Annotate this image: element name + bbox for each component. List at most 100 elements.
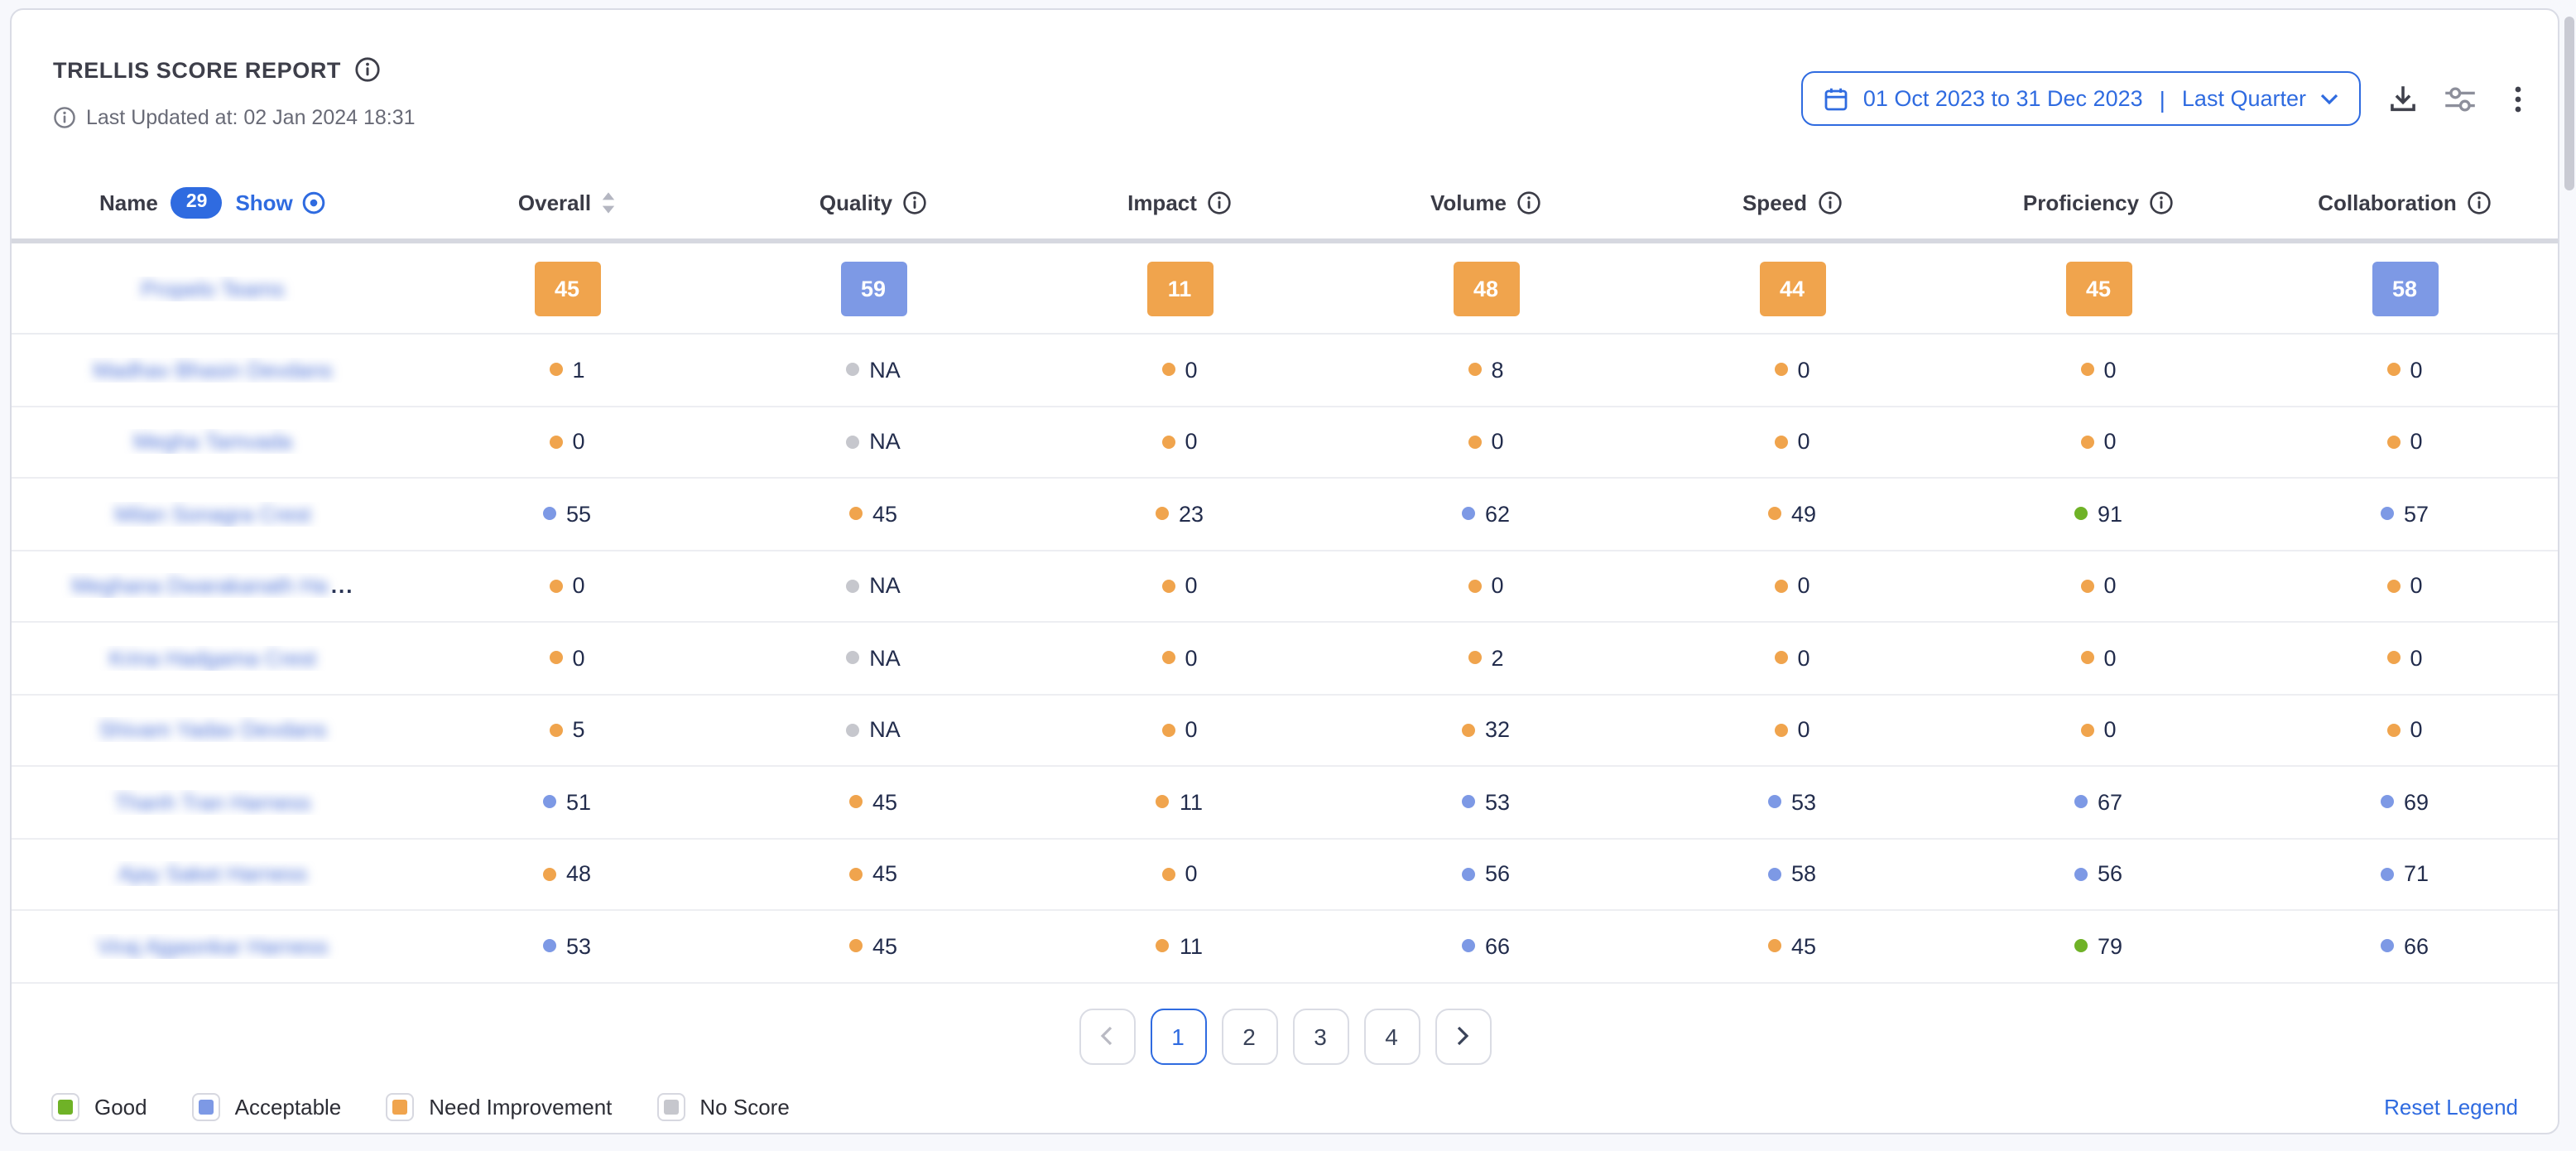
score-chip: 48 bbox=[1453, 261, 1519, 315]
member-name-link[interactable]: Ajay Saket Harness bbox=[12, 862, 414, 887]
legend-checkbox[interactable] bbox=[386, 1092, 414, 1120]
legend-item-need-improvement[interactable]: Need Improvement bbox=[386, 1092, 612, 1120]
score-level-dot bbox=[2074, 796, 2088, 809]
legend-checkbox[interactable] bbox=[656, 1092, 685, 1120]
widget-settings-button[interactable] bbox=[2444, 82, 2477, 115]
legend-swatch-no-score bbox=[663, 1099, 678, 1114]
score-level-dot bbox=[1462, 724, 1475, 737]
score-cell: 58 bbox=[1639, 862, 1945, 887]
team-name-link[interactable]: Propelo Teams bbox=[12, 276, 414, 301]
legend-item-good[interactable]: Good bbox=[51, 1092, 147, 1120]
info-icon[interactable] bbox=[1207, 190, 1232, 215]
download-button[interactable] bbox=[2386, 82, 2419, 115]
score-value: NA bbox=[869, 574, 901, 599]
score-level-dot bbox=[849, 508, 863, 521]
info-icon[interactable] bbox=[354, 56, 381, 83]
score-level-dot bbox=[1161, 364, 1175, 377]
member-name-link[interactable]: Madhav Bhasin Devdans bbox=[12, 358, 414, 383]
page-button[interactable]: 4 bbox=[1363, 1008, 1420, 1064]
page-button[interactable]: 3 bbox=[1292, 1008, 1348, 1064]
score-value: 0 bbox=[572, 646, 584, 671]
score-cell: 5 bbox=[414, 718, 720, 743]
score-cell: 0 bbox=[1639, 430, 1945, 455]
member-name-link[interactable]: Milan Sonagra Crest bbox=[12, 502, 414, 527]
legend-checkbox[interactable] bbox=[192, 1092, 220, 1120]
member-name-link[interactable]: Viraj Ajgaonkar Harness bbox=[12, 934, 414, 959]
score-legend: Good Acceptable Need Improvement No Scor… bbox=[12, 1092, 2558, 1120]
score-level-dot bbox=[1161, 436, 1175, 449]
score-level-dot bbox=[1774, 652, 1787, 665]
page-button[interactable]: 1 bbox=[1150, 1008, 1206, 1064]
score-chip: 11 bbox=[1146, 261, 1213, 315]
info-icon[interactable] bbox=[1817, 190, 1842, 215]
score-value: 0 bbox=[1185, 646, 1197, 671]
score-level-dot bbox=[2080, 724, 2093, 737]
score-level-dot bbox=[1774, 724, 1787, 737]
score-value: 0 bbox=[2410, 718, 2422, 743]
score-cell: 48 bbox=[414, 862, 720, 887]
score-level-dot bbox=[1768, 796, 1781, 809]
next-page-button[interactable] bbox=[1435, 1008, 1491, 1064]
score-value: 0 bbox=[2410, 646, 2422, 671]
score-level-dot bbox=[1774, 436, 1787, 449]
member-name-link[interactable]: Meghana Dwarakanath Ha... bbox=[12, 574, 414, 599]
score-cell: NA bbox=[720, 358, 1026, 383]
score-level-dot bbox=[846, 436, 859, 449]
score-value: 0 bbox=[1185, 358, 1197, 383]
member-name-link[interactable]: Megha Tamvada bbox=[12, 430, 414, 455]
score-value: 0 bbox=[1797, 646, 1809, 671]
column-header-impact: Impact bbox=[1026, 190, 1333, 215]
score-cell: 53 bbox=[1639, 790, 1945, 815]
score-value: 69 bbox=[2404, 790, 2429, 815]
chevron-right-icon bbox=[1455, 1025, 1470, 1047]
score-value: 0 bbox=[1185, 430, 1197, 455]
date-preset-label: Last Quarter bbox=[2182, 86, 2306, 111]
show-names-toggle[interactable]: Show bbox=[235, 190, 325, 215]
score-chip: 44 bbox=[1759, 261, 1825, 315]
sort-arrows-icon[interactable] bbox=[601, 190, 616, 215]
score-value: 0 bbox=[1185, 574, 1197, 599]
score-value: 58 bbox=[1791, 862, 1816, 887]
info-icon[interactable] bbox=[902, 190, 927, 215]
score-cell: 0 bbox=[1945, 574, 2252, 599]
score-value: NA bbox=[869, 646, 901, 671]
score-cell: 53 bbox=[1333, 790, 1639, 815]
score-level-dot bbox=[1468, 436, 1481, 449]
score-level-dot bbox=[549, 580, 562, 593]
legend-swatch-need-improvement bbox=[392, 1099, 407, 1114]
member-name-link[interactable]: Krina Hadgama Crest bbox=[12, 646, 414, 671]
date-range-picker[interactable]: 01 Oct 2023 to 31 Dec 2023 | Last Quarte… bbox=[1802, 71, 2361, 126]
score-value: NA bbox=[869, 358, 901, 383]
previous-page-button[interactable] bbox=[1079, 1008, 1135, 1064]
score-cell: 45 bbox=[720, 502, 1026, 527]
reset-legend-link[interactable]: Reset Legend bbox=[2384, 1094, 2518, 1119]
score-cell: 11 bbox=[1026, 934, 1333, 959]
score-value: 45 bbox=[872, 862, 897, 887]
score-level-dot bbox=[2074, 868, 2088, 881]
legend-item-acceptable[interactable]: Acceptable bbox=[192, 1092, 342, 1120]
score-value: 49 bbox=[1791, 502, 1816, 527]
score-cell: 0 bbox=[1639, 718, 1945, 743]
info-icon[interactable] bbox=[2149, 190, 2174, 215]
score-value: 79 bbox=[2098, 934, 2122, 959]
info-icon[interactable] bbox=[2467, 190, 2492, 215]
more-options-button[interactable] bbox=[2502, 82, 2535, 115]
score-value: 57 bbox=[2404, 502, 2429, 527]
column-header-overall[interactable]: Overall bbox=[414, 190, 720, 215]
member-name-link[interactable]: Shivam Yadav Devdans bbox=[12, 718, 414, 743]
vertical-scrollbar-thumb[interactable] bbox=[2564, 17, 2574, 190]
table-row: Viraj Ajgaonkar Harness 53 45 11 66 45 7… bbox=[12, 911, 2558, 983]
info-icon[interactable] bbox=[1516, 190, 1541, 215]
legend-checkbox[interactable] bbox=[51, 1092, 79, 1120]
score-cell: 1 bbox=[414, 358, 720, 383]
legend-item-no-score[interactable]: No Score bbox=[656, 1092, 789, 1120]
score-level-dot bbox=[1468, 652, 1481, 665]
page-button[interactable]: 2 bbox=[1221, 1008, 1277, 1064]
score-value: 53 bbox=[1791, 790, 1816, 815]
legend-label: Good bbox=[94, 1094, 147, 1119]
score-cell: 23 bbox=[1026, 502, 1333, 527]
score-level-dot bbox=[1161, 724, 1175, 737]
member-name-link[interactable]: Thanh Tran Harness bbox=[12, 790, 414, 815]
last-updated: Last Updated at: 02 Jan 2024 18:31 bbox=[53, 106, 416, 129]
score-cell: 0 bbox=[1026, 430, 1333, 455]
